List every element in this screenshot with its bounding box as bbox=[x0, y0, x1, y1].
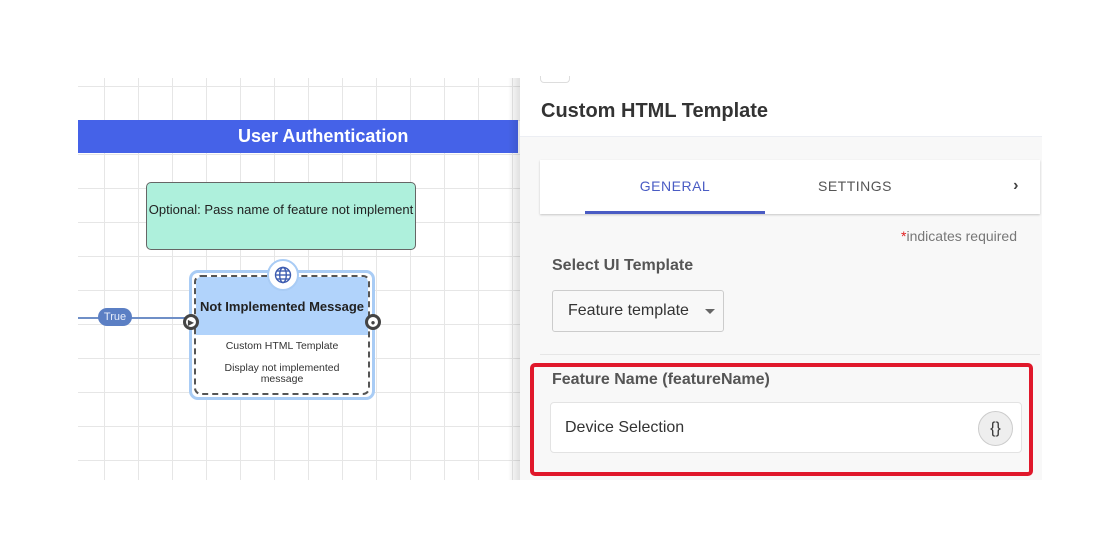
divider bbox=[540, 354, 1040, 355]
node-type: Custom HTML Template bbox=[225, 340, 339, 352]
edge-label-true[interactable]: True bbox=[98, 308, 132, 326]
panel-header: Custom HTML Template bbox=[520, 76, 1042, 137]
feature-name-value: Device Selection bbox=[565, 419, 685, 436]
required-text: indicates required bbox=[906, 228, 1017, 244]
caret-down-icon bbox=[705, 309, 715, 314]
input-port-icon[interactable]: ▶ bbox=[183, 314, 199, 330]
chevron-right-icon[interactable]: › bbox=[1006, 160, 1026, 214]
lane-banner: User Authentication bbox=[78, 120, 518, 153]
globe-icon bbox=[267, 259, 299, 291]
panel-handle[interactable] bbox=[540, 76, 570, 83]
output-port-icon[interactable]: ● bbox=[365, 314, 381, 330]
flow-canvas[interactable]: User Authentication Optional: Pass name … bbox=[78, 78, 520, 480]
node-description: Display not implemented message bbox=[224, 362, 340, 385]
node-not-implemented-message[interactable]: Not Implemented Message Custom HTML Temp… bbox=[183, 259, 381, 400]
variable-braces-button[interactable]: {} bbox=[978, 411, 1013, 446]
panel-title: Custom HTML Template bbox=[541, 100, 769, 122]
select-ui-template-label: Select UI Template bbox=[552, 257, 694, 274]
feature-name-input[interactable]: Device Selection {} bbox=[550, 402, 1022, 453]
select-value: Feature template bbox=[568, 302, 689, 319]
tab-bar: GENERAL SETTINGS › bbox=[540, 160, 1040, 214]
panel-shadow bbox=[508, 78, 520, 480]
ui-template-select[interactable]: Feature template bbox=[552, 290, 724, 332]
tab-settings[interactable]: SETTINGS bbox=[765, 160, 945, 214]
tab-general[interactable]: GENERAL bbox=[585, 160, 765, 214]
edge-connector[interactable] bbox=[78, 317, 190, 319]
properties-panel: Custom HTML Template GENERAL SETTINGS › … bbox=[520, 76, 1042, 480]
required-note: *indicates required bbox=[901, 228, 1017, 244]
note-box[interactable]: Optional: Pass name of feature not imple… bbox=[146, 182, 416, 250]
feature-name-label: Feature Name (featureName) bbox=[552, 371, 770, 388]
